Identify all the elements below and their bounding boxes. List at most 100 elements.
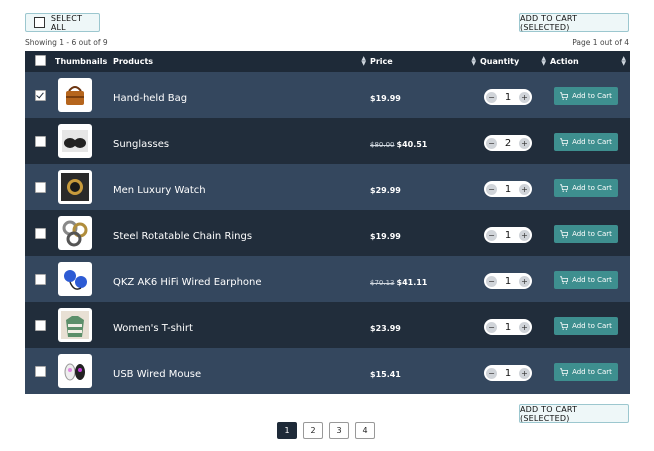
row-select-cell[interactable] <box>25 256 55 302</box>
quantity-value[interactable]: 1 <box>505 184 511 195</box>
quantity-stepper: −1 + <box>484 365 532 382</box>
add-to-cart-button[interactable]: Add to Cart <box>554 271 618 289</box>
product-name: Women's T-shirt <box>113 322 193 334</box>
header-price-label: Price <box>370 57 393 66</box>
row-checkbox[interactable] <box>35 89 46 101</box>
action-cell: Add to Cart <box>550 164 630 210</box>
add-to-cart-label: Add to Cart <box>572 230 612 238</box>
thumbnail-cell <box>55 118 113 164</box>
row-select-cell[interactable] <box>25 210 55 256</box>
quantity-cell: −1 + <box>480 164 550 210</box>
add-to-cart-button[interactable]: Add to Cart <box>554 363 618 381</box>
minus-icon[interactable]: − <box>486 137 497 149</box>
row-select-cell[interactable] <box>25 72 55 118</box>
plus-icon[interactable]: + <box>519 137 530 149</box>
minus-icon[interactable]: − <box>486 275 497 287</box>
header-price[interactable]: Price ▲ ▼ <box>370 51 480 72</box>
quantity-cell: −2 + <box>480 118 550 164</box>
quantity-value[interactable]: 1 <box>505 276 511 287</box>
quantity-value[interactable]: 1 <box>505 92 511 103</box>
quantity-value[interactable]: 1 <box>505 322 511 333</box>
header-products[interactable]: Products ▲ ▼ <box>113 51 370 72</box>
quantity-value[interactable]: 1 <box>505 368 511 379</box>
quantity-cell: −1 + <box>480 210 550 256</box>
add-to-cart-selected-bottom-button[interactable]: ADD TO CART (SELECTED) <box>519 404 629 423</box>
quantity-value[interactable]: 2 <box>505 138 511 149</box>
product-cell: QKZ AK6 HiFi Wired Earphone <box>113 256 370 302</box>
add-to-cart-button[interactable]: Add to Cart <box>554 87 618 105</box>
row-checkbox[interactable] <box>35 227 46 239</box>
header-products-label: Products <box>113 57 154 66</box>
minus-icon[interactable]: − <box>486 321 497 333</box>
old-price: $80.00 <box>370 140 395 149</box>
price-cell: $80.00 $40.51 <box>370 118 480 164</box>
current-price: $19.99 <box>370 231 401 241</box>
thumbnail-cell <box>55 302 113 348</box>
row-checkbox[interactable] <box>35 181 46 193</box>
price-cell: $19.99 <box>370 72 480 118</box>
add-to-cart-button[interactable]: Add to Cart <box>554 179 618 197</box>
header-select-cell[interactable] <box>25 51 55 72</box>
plus-icon[interactable]: + <box>519 183 530 195</box>
product-cell: Steel Rotatable Chain Rings <box>113 210 370 256</box>
action-cell: Add to Cart <box>550 348 630 394</box>
row-checkbox[interactable] <box>35 135 46 147</box>
plus-icon[interactable]: + <box>519 275 530 287</box>
minus-icon[interactable]: − <box>486 367 497 379</box>
product-cell: Sunglasses <box>113 118 370 164</box>
minus-icon[interactable]: − <box>486 91 497 103</box>
row-select-cell[interactable] <box>25 164 55 210</box>
add-to-cart-button[interactable]: Add to Cart <box>554 317 618 335</box>
page-button-3[interactable]: 3 <box>329 422 349 439</box>
add-to-cart-button[interactable]: Add to Cart <box>554 225 618 243</box>
price-cell: $70.13 $41.11 <box>370 256 480 302</box>
plus-icon[interactable]: + <box>519 229 530 241</box>
minus-icon[interactable]: − <box>486 229 497 241</box>
current-price: $40.51 <box>396 139 428 149</box>
page-button-1[interactable]: 1 <box>277 422 297 439</box>
price-value: $80.00 $40.51 <box>370 140 427 149</box>
cart-icon <box>560 92 569 100</box>
select-all-checkbox[interactable] <box>34 17 45 28</box>
row-select-cell[interactable] <box>25 348 55 394</box>
header-thumbnails: Thumbnails <box>55 51 113 72</box>
page-button-2[interactable]: 2 <box>303 422 323 439</box>
table-row: QKZ AK6 HiFi Wired Earphone $70.13 $41.11 −… <box>25 256 630 302</box>
sort-icon[interactable]: ▲ ▼ <box>621 56 626 67</box>
bag-thumbnail <box>58 78 92 112</box>
add-to-cart-label: Add to Cart <box>572 368 612 376</box>
header-action[interactable]: Action ▲ ▼ <box>550 51 630 72</box>
quantity-stepper: −2 + <box>484 135 532 152</box>
header-checkbox[interactable] <box>35 55 46 66</box>
row-select-cell[interactable] <box>25 302 55 348</box>
product-cell: Women's T-shirt <box>113 302 370 348</box>
minus-icon[interactable]: − <box>486 183 497 195</box>
sort-icon[interactable]: ▲ ▼ <box>471 56 476 67</box>
header-quantity[interactable]: Quantity ▲ ▼ <box>480 51 550 72</box>
product-cell: Hand-held Bag <box>113 72 370 118</box>
row-checkbox[interactable] <box>35 273 46 285</box>
table-row: Hand-held Bag $19.99 −1 + Add to Cart <box>25 72 630 118</box>
price-cell: $23.99 <box>370 302 480 348</box>
page-button-4[interactable]: 4 <box>355 422 375 439</box>
table-row: Steel Rotatable Chain Rings $19.99 −1 + Add … <box>25 210 630 256</box>
plus-icon[interactable]: + <box>519 367 530 379</box>
product-name: Sunglasses <box>113 138 170 150</box>
sort-icon[interactable]: ▲ ▼ <box>361 56 366 67</box>
quantity-value[interactable]: 1 <box>505 230 511 241</box>
plus-icon[interactable]: + <box>519 91 530 103</box>
current-price: $41.11 <box>396 277 428 287</box>
row-checkbox[interactable] <box>35 365 46 377</box>
sort-icon[interactable]: ▲ ▼ <box>541 56 546 67</box>
price-value: $29.99 <box>370 186 401 195</box>
plus-icon[interactable]: + <box>519 321 530 333</box>
row-checkbox[interactable] <box>35 319 46 331</box>
cart-icon <box>560 138 569 146</box>
current-price: $19.99 <box>370 93 401 103</box>
row-select-cell[interactable] <box>25 118 55 164</box>
cart-icon <box>560 230 569 238</box>
table-row: Women's T-shirt $23.99 −1 + Add to Cart <box>25 302 630 348</box>
select-all-button[interactable]: SELECT ALL <box>25 13 100 32</box>
add-to-cart-button[interactable]: Add to Cart <box>554 133 618 151</box>
add-to-cart-selected-top-button[interactable]: ADD TO CART (SELECTED) <box>519 13 629 32</box>
